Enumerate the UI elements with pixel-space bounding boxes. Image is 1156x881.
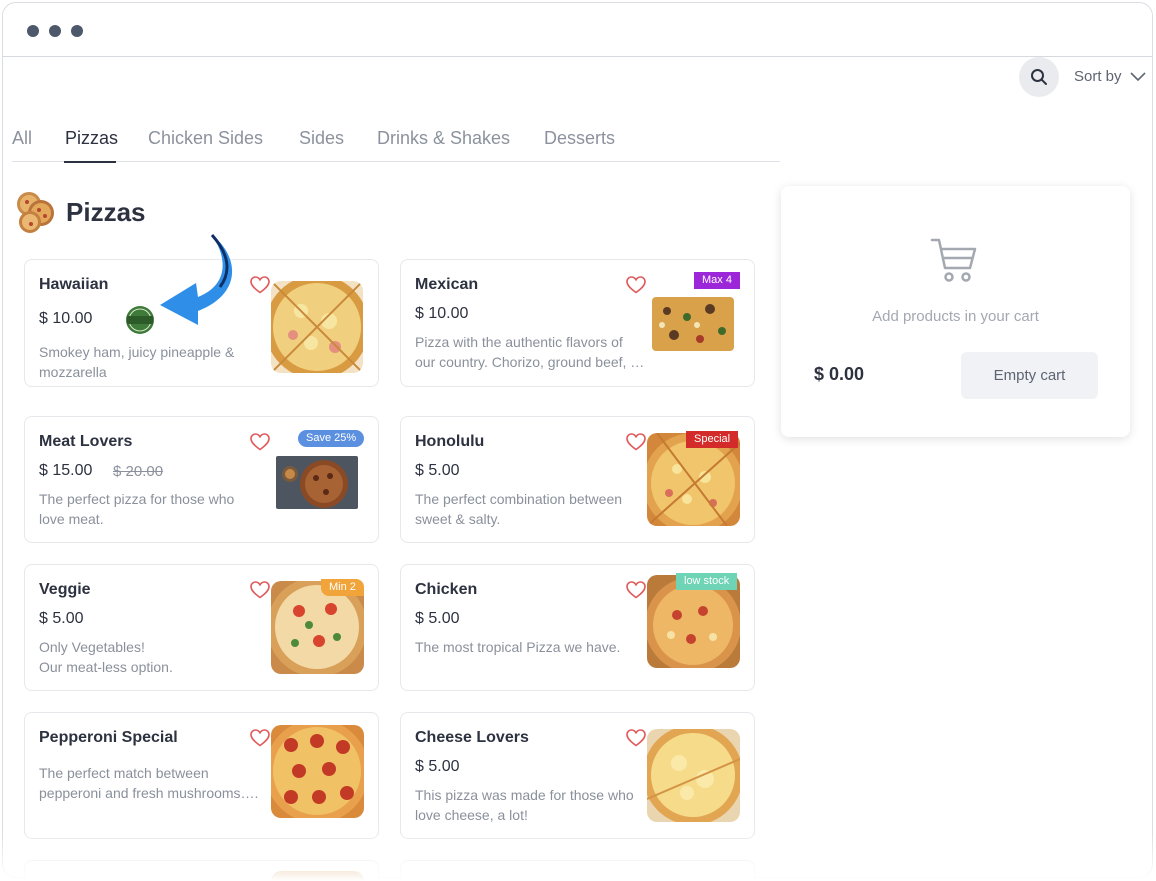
section-title: Pizzas — [66, 197, 146, 227]
product-description: Only Vegetables! Our meat-less option. — [39, 637, 269, 677]
product-description: The most tropical Pizza we have. — [415, 639, 621, 655]
product-card-meat-lovers[interactable]: Meat Lovers $ 15.00 $ 20.00 The perfect … — [24, 416, 379, 543]
window-dot-3 — [71, 25, 83, 37]
product-badge: Min 2 — [321, 579, 364, 596]
sort-label: Sort by — [1074, 68, 1122, 85]
product-card-cheese-lovers[interactable]: Cheese Lovers $ 5.00 This pizza was made… — [400, 712, 755, 839]
tab-all[interactable]: All — [12, 126, 32, 150]
arrow-annotation-icon — [160, 234, 233, 325]
product-price: $ 5.00 — [415, 462, 460, 479]
sort-dropdown[interactable]: Sort by — [1074, 65, 1146, 89]
cart-panel: Add products in your cart $ 0.00 Empty c… — [781, 186, 1130, 437]
search-icon — [1031, 69, 1047, 85]
product-price: $ 5.00 — [39, 610, 84, 627]
product-description-line-2: Our meat-less option. — [39, 659, 173, 675]
heart-icon[interactable] — [626, 581, 646, 599]
product-image — [271, 281, 363, 373]
window-dot-2 — [49, 25, 61, 37]
heart-icon[interactable] — [626, 276, 646, 294]
chevron-down-icon — [1129, 72, 1146, 82]
search-button[interactable] — [1019, 57, 1059, 97]
product-card-veggie[interactable]: Veggie $ 5.00 Only Vegetables! Our meat-… — [24, 564, 379, 691]
product-price: $ 5.00 — [415, 758, 460, 775]
product-description-line-1: Only Vegetables! — [39, 639, 145, 655]
heart-icon[interactable] — [626, 729, 646, 747]
product-name: Honolulu — [415, 433, 485, 450]
product-old-price: $ 20.00 — [113, 463, 164, 480]
product-description: The perfect combination between sweet & … — [415, 491, 623, 527]
product-card-mexican[interactable]: Mexican $ 10.00 Pizza with the authentic… — [400, 259, 755, 387]
heart-icon[interactable] — [250, 433, 270, 451]
product-card-chicken[interactable]: Chicken $ 5.00 The most tropical Pizza w… — [400, 564, 755, 691]
cart-icon — [930, 238, 977, 282]
tab-pizzas[interactable]: Pizzas — [65, 126, 118, 150]
pizza-category-icon — [17, 192, 54, 233]
product-price: $ 15.00 — [39, 462, 93, 479]
product-name: Veggie — [39, 581, 91, 598]
product-name: Chicken — [415, 581, 478, 598]
product-image — [647, 729, 740, 822]
product-price: $ 10.00 — [415, 305, 469, 322]
product-name: Hawaiian — [39, 276, 109, 293]
product-image — [652, 297, 734, 351]
product-description: The perfect match between pepperoni and … — [39, 765, 259, 801]
empty-cart-button[interactable]: Empty cart — [961, 352, 1098, 399]
product-image — [271, 725, 364, 818]
heart-icon[interactable] — [250, 729, 270, 747]
category-tabs: All Pizzas Chicken Sides Sides Drinks & … — [12, 124, 780, 163]
heart-icon[interactable] — [250, 276, 270, 294]
product-description: Pizza with the authentic flavors of our … — [415, 334, 645, 370]
product-name: Cheese Lovers — [415, 729, 529, 746]
cart-total: $ 0.00 — [814, 364, 865, 384]
product-name: Meat Lovers — [39, 433, 133, 450]
seal-icon — [126, 306, 154, 334]
tab-drinks-shakes[interactable]: Drinks & Shakes — [377, 126, 510, 150]
heart-icon[interactable] — [250, 581, 270, 599]
product-description: This pizza was made for those who love c… — [415, 787, 634, 823]
product-badge: Save 25% — [298, 430, 365, 447]
bottom-fade — [0, 831, 1156, 881]
tab-desserts[interactable]: Desserts — [544, 126, 615, 150]
product-card-honolulu[interactable]: Honolulu $ 5.00 The perfect combination … — [400, 416, 755, 543]
product-card-pepperoni-special[interactable]: Pepperoni Special The perfect match betw… — [24, 712, 379, 839]
product-price: $ 5.00 — [415, 610, 460, 627]
product-name: Pepperoni Special — [39, 729, 178, 746]
window-dot-1 — [27, 25, 39, 37]
cart-empty-message: Add products in your cart — [872, 308, 1039, 325]
tab-sides[interactable]: Sides — [299, 126, 344, 150]
product-badge: Max 4 — [694, 272, 740, 289]
product-badge: low stock — [676, 573, 738, 590]
product-badge: Special — [686, 431, 739, 448]
product-image — [276, 456, 358, 509]
product-name: Mexican — [415, 276, 479, 293]
product-description: Smokey ham, juicy pineapple & mozzarella — [39, 344, 235, 380]
product-price: $ 10.00 — [39, 310, 93, 327]
heart-icon[interactable] — [626, 433, 646, 451]
tab-chicken-sides[interactable]: Chicken Sides — [148, 126, 263, 150]
active-tab-indicator — [64, 161, 116, 163]
title-bar — [3, 3, 1152, 57]
product-description: The perfect pizza for those who love mea… — [39, 491, 235, 527]
